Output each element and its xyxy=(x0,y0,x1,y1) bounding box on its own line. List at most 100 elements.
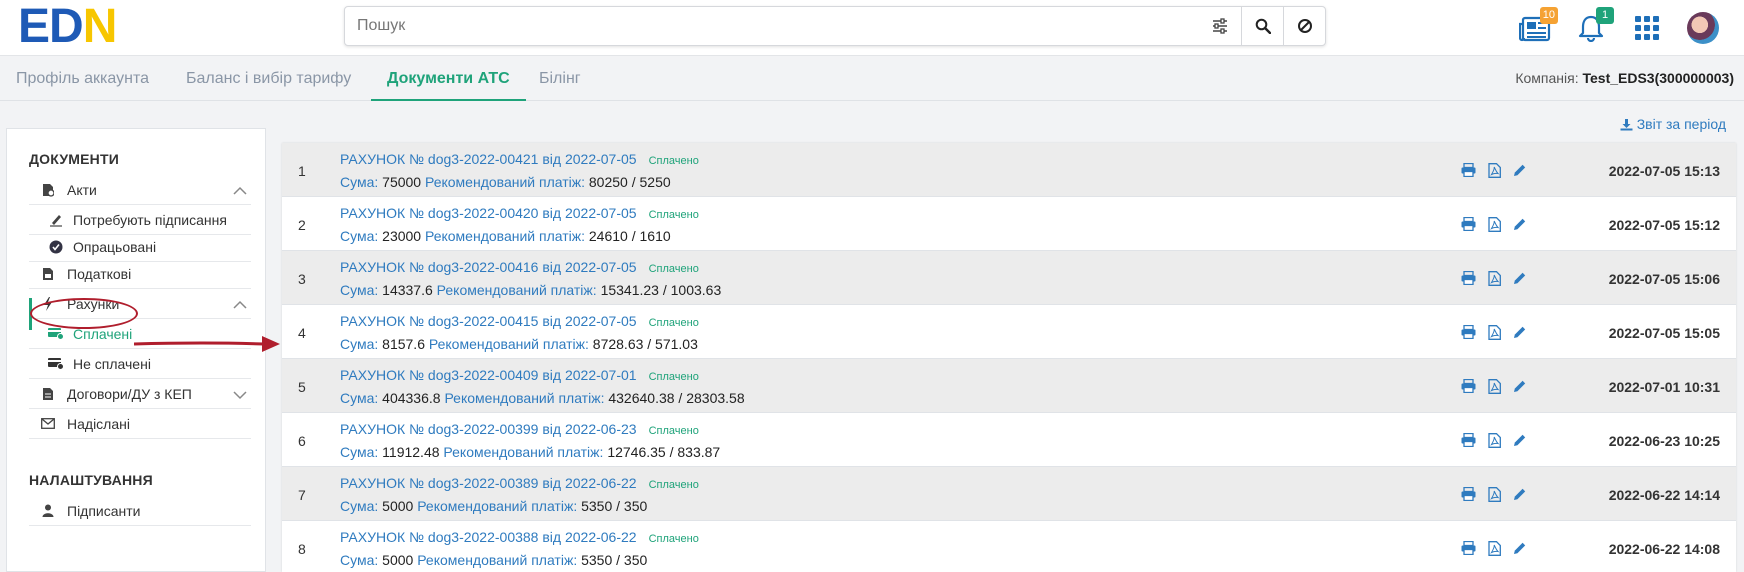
edit-pencil-icon[interactable] xyxy=(1512,378,1528,394)
status-badge: Сплачено xyxy=(648,425,699,437)
sidebar-item-needs-signing[interactable]: Потребують підписання xyxy=(29,205,251,235)
annotation-ellipse xyxy=(30,298,138,329)
table-row[interactable]: 3 РАХУНОК № dog3-2022-00416 від 2022-07-… xyxy=(282,251,1736,305)
edit-pencil-icon[interactable] xyxy=(1512,432,1528,448)
pdf-icon[interactable] xyxy=(1486,378,1502,394)
invoice-link[interactable]: РАХУНОК № dog3-2022-00416 від 2022-07-05 xyxy=(340,259,637,275)
invoice-link[interactable]: РАХУНОК № dog3-2022-00421 від 2022-07-05 xyxy=(340,151,637,167)
table-row[interactable]: 7 РАХУНОК № dog3-2022-00389 від 2022-06-… xyxy=(282,467,1736,521)
invoice-link[interactable]: РАХУНОК № dog3-2022-00389 від 2022-06-22 xyxy=(340,475,637,491)
sidebar-item-label: Надіслані xyxy=(67,415,130,432)
pdf-icon[interactable] xyxy=(1486,270,1502,286)
sum-value: 404336.8 xyxy=(382,390,441,406)
settings-heading: НАЛАШТУВАННЯ xyxy=(29,472,153,488)
sum-label: Сума: xyxy=(340,552,379,568)
sum-label: Сума: xyxy=(340,390,379,406)
recommended-label: Рекомендований платіж: xyxy=(424,228,585,244)
edit-pencil-icon[interactable] xyxy=(1512,270,1528,286)
print-icon[interactable] xyxy=(1460,324,1476,340)
status-badge: Сплачено xyxy=(648,533,699,545)
header-icons: 10 1 xyxy=(1518,7,1720,48)
document-icon xyxy=(37,183,59,197)
pdf-icon[interactable] xyxy=(1486,486,1502,502)
notifications-button[interactable]: 1 xyxy=(1574,7,1614,45)
sum-value: 75000 xyxy=(382,174,422,190)
edit-pencil-icon[interactable] xyxy=(1512,324,1528,340)
search-button[interactable] xyxy=(1241,7,1283,45)
table-row[interactable]: 4 РАХУНОК № dog3-2022-00415 від 2022-07-… xyxy=(282,305,1736,359)
pdf-icon[interactable] xyxy=(1486,162,1502,178)
table-row[interactable]: 1 РАХУНОК № dog3-2022-00421 від 2022-07-… xyxy=(282,143,1736,197)
edit-pencil-icon[interactable] xyxy=(1512,216,1528,232)
news-button[interactable]: 10 xyxy=(1518,7,1558,45)
company-info: Компанія: Test_EDS3(300000003) xyxy=(1515,56,1734,101)
chevron-down-icon xyxy=(233,387,247,403)
edit-pencil-icon[interactable] xyxy=(1512,162,1528,178)
sidebar-item-contracts[interactable]: Договори/ДУ з КЕП xyxy=(29,379,251,409)
period-report-label: Звіт за період xyxy=(1636,116,1726,132)
sidebar-item-sent[interactable]: Надіслані xyxy=(29,409,251,439)
print-icon[interactable] xyxy=(1460,270,1476,286)
invoices-table: 1 РАХУНОК № dog3-2022-00421 від 2022-07-… xyxy=(282,143,1736,572)
edin-logo[interactable]: EDN xyxy=(18,3,117,51)
print-icon[interactable] xyxy=(1460,216,1476,232)
sum-value: 5000 xyxy=(382,552,414,568)
tab-billing[interactable]: Білінг xyxy=(523,56,597,101)
edit-pencil-icon[interactable] xyxy=(1512,540,1528,556)
print-icon[interactable] xyxy=(1460,432,1476,448)
invoice-link[interactable]: РАХУНОК № dog3-2022-00415 від 2022-07-05 xyxy=(340,313,637,329)
search-input[interactable] xyxy=(345,7,1199,45)
pdf-icon[interactable] xyxy=(1486,216,1502,232)
sidebar-item-acts[interactable]: Акти xyxy=(29,175,251,205)
status-badge: Сплачено xyxy=(648,209,699,221)
tab-ats-documents[interactable]: Документи АТС xyxy=(371,56,526,101)
pdf-icon[interactable] xyxy=(1486,432,1502,448)
unpaid-card-icon xyxy=(47,357,65,370)
filter-button[interactable] xyxy=(1199,7,1241,45)
sum-label: Сума: xyxy=(340,282,379,298)
edit-pencil-icon[interactable] xyxy=(1512,486,1528,502)
recommended-value: 80250 / 5250 xyxy=(588,174,671,190)
cancel-icon xyxy=(1297,19,1312,33)
company-name: Test_EDS3(300000003) xyxy=(1582,70,1734,86)
user-icon xyxy=(37,504,59,517)
print-icon[interactable] xyxy=(1460,162,1476,178)
documents-heading: ДОКУМЕНТИ xyxy=(29,151,119,167)
tax-document-icon xyxy=(37,267,59,281)
apps-button[interactable] xyxy=(1630,11,1664,45)
sum-value: 5000 xyxy=(382,498,414,514)
table-row[interactable]: 6 РАХУНОК № dog3-2022-00399 від 2022-06-… xyxy=(282,413,1736,467)
company-label: Компанія: xyxy=(1515,70,1579,86)
print-icon[interactable] xyxy=(1460,486,1476,502)
tab-balance-tariff[interactable]: Баланс і вибір тарифу xyxy=(170,56,367,101)
user-avatar-button[interactable] xyxy=(1686,11,1720,45)
pdf-icon[interactable] xyxy=(1486,540,1502,556)
table-row[interactable]: 5 РАХУНОК № dog3-2022-00409 від 2022-07-… xyxy=(282,359,1736,413)
sum-value: 11912.48 xyxy=(382,444,440,460)
recommended-value: 8728.63 / 571.03 xyxy=(592,336,698,352)
sum-label: Сума: xyxy=(340,444,379,460)
period-report-link[interactable]: Звіт за період xyxy=(1620,116,1726,132)
sidebar-item-label: Опрацьовані xyxy=(73,238,157,255)
invoice-link[interactable]: РАХУНОК № dog3-2022-00399 від 2022-06-23 xyxy=(340,421,637,437)
table-row[interactable]: 8 РАХУНОК № dog3-2022-00388 від 2022-06-… xyxy=(282,521,1736,572)
sum-label: Сума: xyxy=(340,336,379,352)
avatar xyxy=(1687,12,1719,44)
print-icon[interactable] xyxy=(1460,540,1476,556)
notifications-badge: 1 xyxy=(1596,7,1614,24)
apps-grid-icon xyxy=(1635,16,1659,40)
pdf-icon[interactable] xyxy=(1486,324,1502,340)
recommended-label: Рекомендований платіж: xyxy=(443,444,604,460)
invoice-link[interactable]: РАХУНОК № dog3-2022-00420 від 2022-07-05 xyxy=(340,205,637,221)
sidebar-item-signers[interactable]: Підписанти xyxy=(29,496,251,526)
sidebar-item-processed[interactable]: Опрацьовані xyxy=(29,232,251,262)
clear-search-button[interactable] xyxy=(1283,7,1325,45)
print-icon[interactable] xyxy=(1460,378,1476,394)
invoice-link[interactable]: РАХУНОК № dog3-2022-00409 від 2022-07-01 xyxy=(340,367,637,383)
tab-account-profile[interactable]: Профіль аккаунта xyxy=(0,56,165,101)
row-number: 5 xyxy=(298,379,306,395)
invoice-link[interactable]: РАХУНОК № dog3-2022-00388 від 2022-06-22 xyxy=(340,529,637,545)
row-date: 2022-06-22 14:08 xyxy=(1608,541,1720,557)
table-row[interactable]: 2 РАХУНОК № dog3-2022-00420 від 2022-07-… xyxy=(282,197,1736,251)
sidebar-item-tax[interactable]: Податкові xyxy=(29,259,251,289)
